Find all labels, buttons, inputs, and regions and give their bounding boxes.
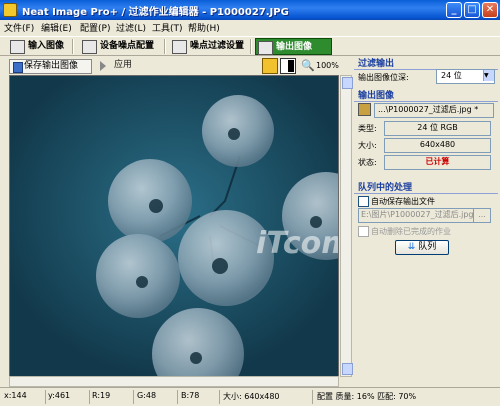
browse-button[interactable]: ... <box>473 208 491 223</box>
watermark-logo: iTcom.cn <box>256 226 338 261</box>
auto-save-checkbox[interactable] <box>358 196 369 207</box>
filter-settings-icon <box>172 40 187 54</box>
zoom-level[interactable]: 100% <box>316 61 339 70</box>
output-filename: ...\P1000027_过滤后.jpg * <box>374 103 494 118</box>
tab-separator <box>72 39 74 54</box>
pixel-green: G:48 <box>137 391 157 400</box>
menu-help[interactable]: 帮助(H) <box>188 21 220 34</box>
tab-label: 噪点过滤设置 <box>190 41 245 51</box>
pixel-red: R:19 <box>92 391 111 400</box>
minimize-button[interactable]: _ <box>446 2 462 18</box>
status-bar: x:144 y:461 R:19 G:48 B:78 大小: 640x480 配… <box>0 387 500 406</box>
app-icon <box>3 3 17 17</box>
vertical-scrollbar[interactable] <box>340 75 353 377</box>
menu-file[interactable]: 文件(F) <box>4 21 34 34</box>
title-bar: Neat Image Pro+ / 过滤作业编辑器 - P1000027.JPG… <box>0 0 500 20</box>
save-label: 保存输出图像 <box>24 61 79 71</box>
menu-edit[interactable]: 编辑(E) <box>41 21 72 34</box>
pixel-blue: B:78 <box>181 391 200 400</box>
image-size: 大小: 640x480 <box>223 392 280 401</box>
filter-output-heading: 过滤输出 <box>354 56 498 70</box>
tab-separator <box>250 39 252 54</box>
size-label: 大小: <box>358 141 377 150</box>
queue-button[interactable]: ⇊ 队列 <box>395 240 449 255</box>
horizontal-scrollbar[interactable] <box>9 376 339 387</box>
status-label: 状态: <box>358 158 377 167</box>
menu-bar: 文件(F) 编辑(E) 配置(P) 过滤(L) 工具(T) 帮助(H) <box>0 20 500 35</box>
queue-button-label: 队列 <box>418 242 437 252</box>
compare-toggle-icon[interactable] <box>280 58 296 74</box>
scroll-down-arrow[interactable] <box>342 363 353 375</box>
apply-button[interactable]: 应用 <box>96 59 144 74</box>
profile-quality: 配置 质量: 16% 匹配: 70% <box>317 392 417 401</box>
window-title: Neat Image Pro+ / 过滤作业编辑器 - P1000027.JPG <box>22 7 289 18</box>
zoom-icon[interactable]: 🔍 <box>301 59 315 72</box>
auto-delete-checkbox[interactable] <box>358 226 369 237</box>
apply-label: 应用 <box>114 60 133 70</box>
device-noise-icon <box>82 40 97 54</box>
tab-device-noise-profile[interactable]: 设备噪点配置 <box>80 38 154 55</box>
tab-label: 设备噪点配置 <box>100 41 155 51</box>
bit-depth-select[interactable]: 24 位 ▼ <box>436 69 495 84</box>
status-separator <box>177 390 178 404</box>
tab-label: 输入图像 <box>28 41 65 51</box>
input-image-icon <box>10 40 25 54</box>
output-settings-panel: 过滤输出 输出图像位深: 24 位 ▼ 输出图像 ...\P1000027_过滤… <box>354 56 500 386</box>
status-separator <box>133 390 134 404</box>
output-image-heading: 输出图像 <box>354 88 498 102</box>
tab-separator <box>164 39 166 54</box>
maximize-button[interactable]: □ <box>464 2 480 18</box>
scroll-up-arrow[interactable] <box>342 77 353 89</box>
auto-save-path-input[interactable]: E:\图片\P1000027_过滤后.jpg <box>358 208 474 223</box>
bit-depth-label: 输出图像位深: <box>358 73 409 82</box>
preview-tool-icon[interactable] <box>262 58 278 74</box>
save-output-image-button[interactable]: 保存输出图像 <box>9 59 92 74</box>
workflow-tabs: 输入图像 设备噪点配置 噪点过滤设置 输出图像 <box>0 36 500 56</box>
tab-label: 输出图像 <box>276 42 313 52</box>
close-button[interactable]: ✕ <box>482 2 498 18</box>
bit-depth-value: 24 位 <box>441 71 462 80</box>
output-image-preview[interactable]: iTcom.cn <box>9 75 339 377</box>
queue-icon: ⇊ <box>407 242 416 252</box>
auto-delete-label: 自动删除已完成的作业 <box>371 227 451 236</box>
size-value: 640x480 <box>384 138 491 153</box>
tab-noise-filter-settings[interactable]: 噪点过滤设置 <box>170 38 244 55</box>
cursor-x: x:144 <box>4 391 27 400</box>
status-separator <box>312 390 313 404</box>
cursor-y: y:461 <box>48 391 71 400</box>
menu-tools[interactable]: 工具(T) <box>152 21 183 34</box>
type-value: 24 位 RGB <box>384 121 491 136</box>
queue-heading: 队列中的处理 <box>354 180 498 194</box>
save-icon <box>13 62 23 73</box>
status-value: 已计算 <box>384 155 491 170</box>
menu-profile[interactable]: 配置(P) <box>80 21 110 34</box>
auto-save-label: 自动保存输出文件 <box>371 197 435 206</box>
tab-input-image[interactable]: 输入图像 <box>8 38 64 55</box>
type-label: 类型: <box>358 124 377 133</box>
tab-output-image[interactable]: 输出图像 <box>255 38 332 55</box>
status-separator <box>45 390 46 404</box>
output-image-icon <box>258 41 273 55</box>
chevron-down-icon: ▼ <box>483 70 494 81</box>
menu-filter[interactable]: 过滤(L) <box>116 21 146 34</box>
status-separator <box>219 390 220 404</box>
play-icon <box>100 61 106 71</box>
status-separator <box>89 390 90 404</box>
image-file-icon <box>358 103 371 116</box>
